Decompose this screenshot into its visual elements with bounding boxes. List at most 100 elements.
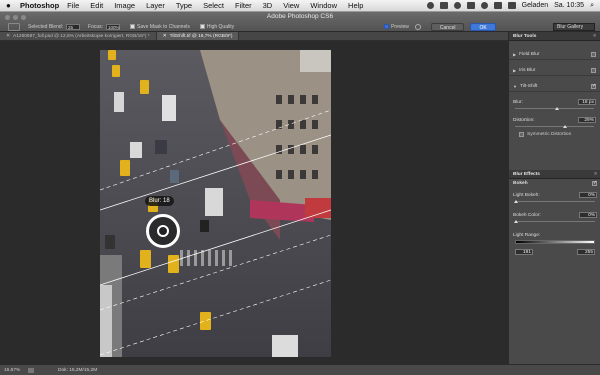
iris-blur-label: Iris Blur — [519, 67, 536, 73]
zoom-level[interactable]: 16,67% — [4, 368, 28, 373]
symmetric-distortion-checkbox[interactable] — [519, 132, 524, 137]
light-range-values: 191 255 — [509, 248, 600, 257]
ok-button[interactable]: OK — [470, 22, 496, 31]
time-machine-icon[interactable] — [453, 2, 461, 9]
blur-effects-header[interactable]: Blur Effects ≡ — [509, 170, 600, 179]
volume-icon[interactable] — [493, 2, 502, 9]
document-image[interactable]: Blur: 18 — [100, 50, 331, 357]
blur-slider-knob[interactable] — [555, 107, 559, 110]
distortion-label: Distortion: — [513, 118, 535, 123]
bokeh-color-slider-knob[interactable] — [514, 220, 518, 223]
iris-blur-item[interactable]: ▶ Iris Blur — [509, 65, 600, 76]
blur-tool-icon[interactable] — [8, 22, 20, 31]
menu-file[interactable]: File — [67, 1, 79, 10]
tab-document-2[interactable]: ✕ TiltShift.tif @ 16,7% (RGB/8*) — [156, 32, 240, 40]
light-bokeh-input[interactable]: 0% — [579, 192, 597, 198]
blur-label: Blur: — [513, 100, 523, 105]
panel-menu-icon[interactable]: ≡ — [594, 170, 597, 179]
iris-blur-checkbox[interactable] — [591, 67, 596, 73]
document-size: Dok: 15,2M/15,2M — [58, 367, 98, 373]
tab-document-1[interactable]: ✕ A1260687_full.psd @ 12,5% (Arbeitskopie… — [0, 32, 157, 40]
focus-input[interactable]: 100% — [106, 23, 121, 30]
light-range-min-input[interactable]: 191 — [515, 249, 533, 255]
symmetric-distortion-row[interactable]: Symmetric Distortion — [509, 130, 600, 139]
selected-blend-input[interactable]: 25 — [66, 23, 81, 30]
high-quality-checkbox[interactable] — [199, 24, 205, 29]
light-range-param: Light Range: — [509, 231, 600, 248]
preview-label: Preview — [391, 23, 409, 30]
close-tab-icon[interactable]: ✕ — [6, 34, 10, 39]
tab-label: A1260687_full.psd @ 12,5% (Arbeitskopie … — [13, 34, 150, 39]
bokeh-color-param: Bokeh Color: 0% — [509, 211, 600, 225]
wifi-icon[interactable] — [480, 2, 488, 9]
light-range-max-input[interactable]: 255 — [577, 249, 595, 255]
menu-type[interactable]: Type — [176, 1, 192, 10]
menu-3d[interactable]: 3D — [263, 1, 273, 10]
blur-tools-header[interactable]: Blur Tools ≡ — [509, 32, 600, 41]
clock[interactable]: Sa. 10:35 — [554, 2, 584, 9]
menu-window[interactable]: Window — [310, 1, 337, 10]
light-bokeh-slider-knob[interactable] — [514, 200, 518, 203]
apple-menu-icon[interactable]: ● — [6, 1, 16, 10]
focus-label: Focus: — [88, 23, 104, 30]
street-photo — [100, 50, 331, 357]
menu-edit[interactable]: Edit — [90, 1, 103, 10]
save-mask-label: Save Mask to Channels — [137, 23, 190, 30]
canvas-area[interactable]: Blur: 18 — [0, 41, 508, 364]
distortion-param: Distortion: 29% — [509, 116, 600, 130]
options-bar: Adobe Photoshop CS6 Selected Blend: 25 F… — [0, 12, 600, 32]
bokeh-color-label: Bokeh Color: — [513, 213, 541, 218]
blur-param: Blur: 18 px — [509, 98, 600, 112]
blur-pin-center[interactable] — [157, 225, 169, 237]
status-info-icon[interactable] — [28, 367, 34, 373]
spotlight-icon[interactable]: ⌕ — [590, 2, 594, 10]
collapse-triangle-icon[interactable]: ▼ — [513, 84, 517, 89]
menu-select[interactable]: Select — [203, 1, 224, 10]
bokeh-label: Bokeh — [513, 181, 528, 186]
battery-icon[interactable] — [507, 2, 516, 9]
menu-view[interactable]: View — [283, 1, 299, 10]
sync-icon[interactable] — [426, 2, 434, 9]
expand-triangle-icon[interactable]: ▶ — [513, 52, 516, 57]
distortion-input[interactable]: 29% — [578, 117, 596, 123]
bokeh-item[interactable]: Bokeh — [509, 179, 600, 188]
distortion-slider-knob[interactable] — [563, 125, 567, 128]
menu-filter[interactable]: Filter — [235, 1, 252, 10]
close-tab-icon[interactable]: ✕ — [163, 34, 167, 39]
menu-help[interactable]: Help — [348, 1, 363, 10]
bokeh-checkbox[interactable] — [592, 180, 597, 186]
distortion-slider-track[interactable] — [515, 126, 594, 127]
blur-gallery-select[interactable]: Blur Gallery — [553, 23, 595, 31]
selected-blend-label: Selected Blend: — [28, 23, 64, 30]
blur-input[interactable]: 18 px — [578, 99, 596, 105]
field-blur-checkbox[interactable] — [591, 51, 596, 57]
light-bokeh-label: Light Bokeh: — [513, 193, 540, 198]
light-range-gradient[interactable] — [515, 240, 595, 244]
reset-pins-icon[interactable] — [414, 23, 421, 30]
light-bokeh-param: Light Bokeh: 0% — [509, 191, 600, 205]
menu-layer[interactable]: Layer — [146, 1, 165, 10]
save-mask-checkbox[interactable] — [130, 24, 136, 29]
bokeh-color-slider-track[interactable] — [515, 221, 595, 222]
blur-tools-panel: Blur Tools ≡ ▶ Field Blur ▶ Iris Blur ▼ … — [508, 32, 600, 364]
bokeh-color-input[interactable]: 0% — [579, 212, 597, 218]
cancel-button[interactable]: Cancel — [430, 22, 465, 31]
preview-checkbox[interactable] — [384, 24, 390, 29]
app-menu[interactable]: Photoshop — [20, 1, 59, 10]
tilt-shift-checkbox[interactable] — [591, 83, 596, 89]
user-name[interactable]: Geladen — [522, 2, 548, 9]
window-title: Adobe Photoshop CS6 — [266, 13, 334, 20]
expand-triangle-icon[interactable]: ▶ — [513, 68, 516, 73]
tilt-shift-item[interactable]: ▼ Tilt-Shift — [509, 81, 600, 92]
tilt-shift-label: Tilt-Shift — [519, 83, 538, 89]
light-range-label: Light Range: — [513, 233, 541, 238]
display-icon[interactable] — [439, 2, 448, 9]
field-blur-item[interactable]: ▶ Field Blur — [509, 49, 600, 60]
menu-image[interactable]: Image — [114, 1, 135, 10]
menu-bar: ● Photoshop File Edit Image Layer Type S… — [0, 0, 600, 12]
panel-menu-icon[interactable]: ≡ — [593, 32, 596, 41]
blur-effects-title: Blur Effects — [513, 172, 540, 177]
blur-amount-label: Blur: 18 — [145, 196, 174, 206]
bluetooth-icon[interactable] — [466, 2, 475, 9]
light-bokeh-slider-track[interactable] — [515, 201, 595, 202]
